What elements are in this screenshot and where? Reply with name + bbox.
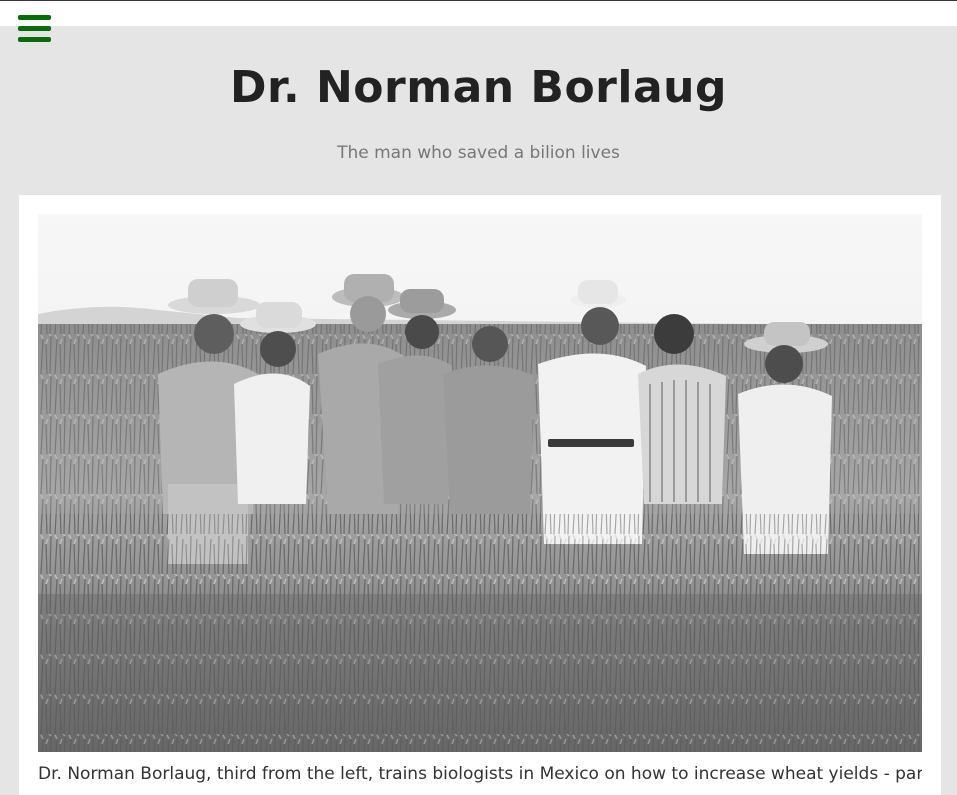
menu-bar-middle [18,26,51,31]
article-photo [38,214,922,752]
hamburger-menu-icon[interactable] [18,15,51,43]
foreground-shadow [38,594,922,752]
article-card: Dr. Norman Borlaug, third from the left,… [19,195,941,795]
photo-caption: Dr. Norman Borlaug, third from the left,… [38,764,922,784]
top-band [0,1,957,26]
page: Dr. Norman Borlaug The man who saved a b… [0,0,957,795]
site-tagline: The man who saved a bilion lives [337,143,620,163]
wheat-field-photo-image [38,214,922,752]
menu-bar-top [18,15,51,20]
menu-bar-bottom [18,37,51,42]
site-title[interactable]: Dr. Norman Borlaug [0,62,957,113]
